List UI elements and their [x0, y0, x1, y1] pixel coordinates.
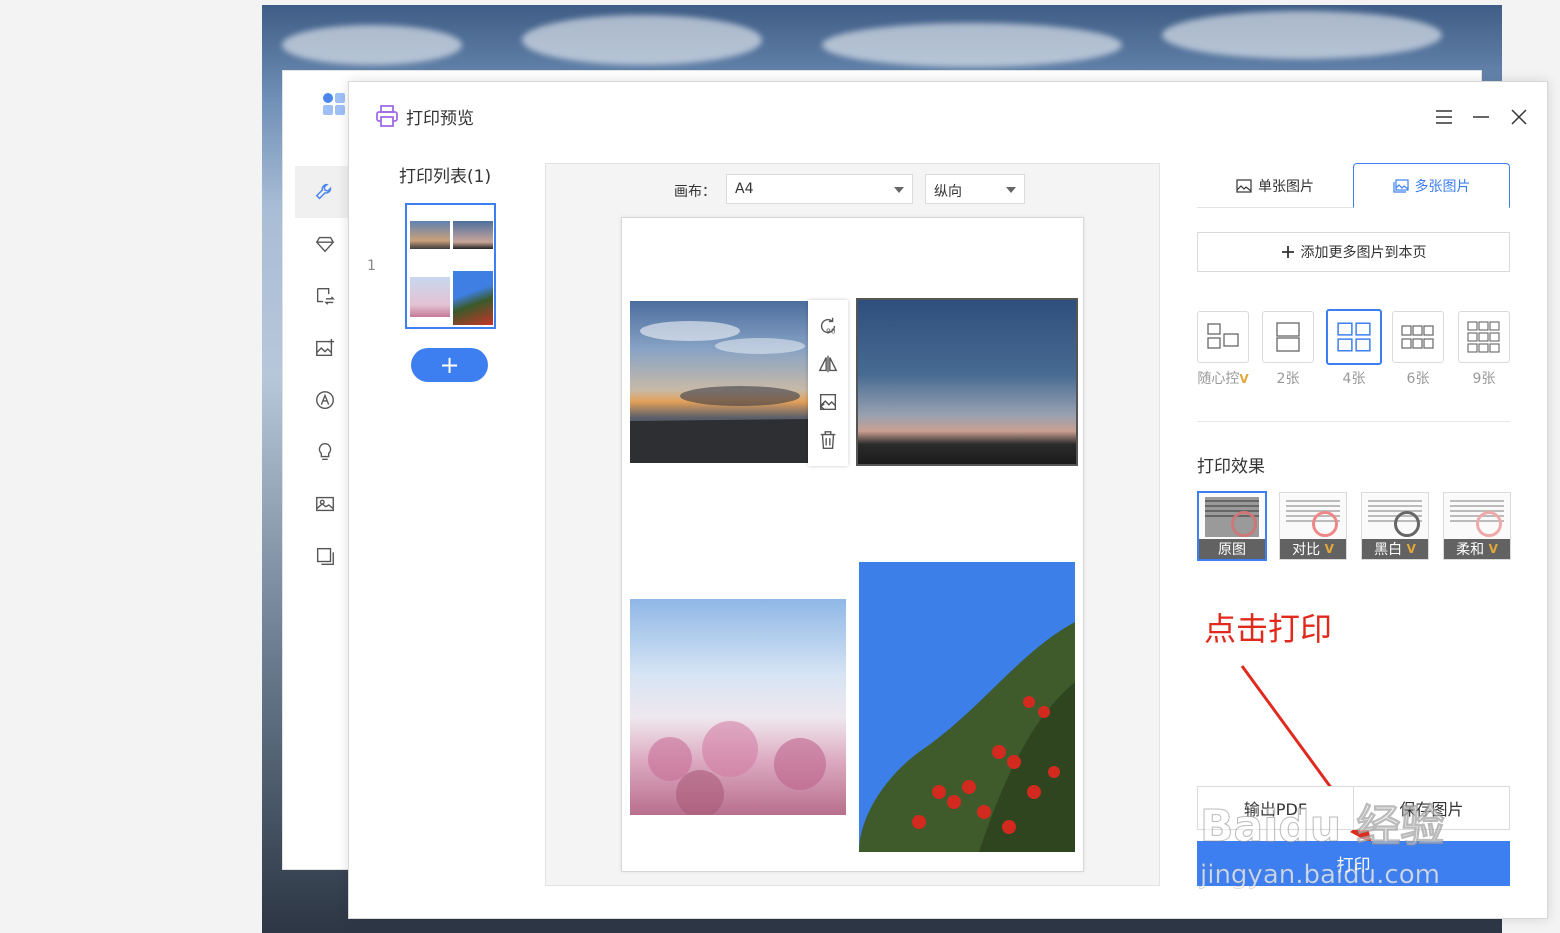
- menu-button[interactable]: [1429, 102, 1459, 132]
- photo-dusk-sky[interactable]: [856, 298, 1078, 466]
- svg-text:90: 90: [826, 326, 836, 335]
- tab-multi-image[interactable]: 多张图片: [1353, 163, 1510, 208]
- export-pdf-button[interactable]: 输出PDF: [1197, 786, 1354, 830]
- layers-icon[interactable]: [295, 530, 355, 582]
- photo-pink-blossoms[interactable]: [630, 599, 846, 815]
- orientation-select[interactable]: 纵向: [925, 174, 1025, 204]
- canvas-label: 画布：: [674, 184, 716, 200]
- app-logo: [323, 91, 349, 117]
- layout-free[interactable]: [1197, 311, 1249, 363]
- wrench-icon[interactable]: [295, 166, 355, 218]
- print-list-title: 打印列表(1): [399, 167, 492, 187]
- flip-icon[interactable]: [816, 352, 840, 376]
- add-more-label: 添加更多图片到本页: [1300, 245, 1427, 261]
- text-circle-icon[interactable]: [295, 374, 355, 426]
- layout-free-icon: [1207, 323, 1239, 349]
- add-more-images-button[interactable]: 添加更多图片到本页: [1197, 232, 1510, 272]
- print-preview-dialog: 打印预览 打印列表(1) 1 + 画布： A4 纵向 90 单张图片 多张图片 …: [348, 81, 1548, 919]
- layout-2-label: 2张: [1276, 371, 1300, 387]
- layout-4-label: 4张: [1342, 371, 1366, 387]
- tab-single-image[interactable]: 单张图片: [1197, 163, 1353, 208]
- close-icon: [1511, 109, 1527, 125]
- dialog-title: 打印预览: [406, 109, 474, 129]
- effect-original[interactable]: 原图: [1197, 491, 1267, 561]
- minimize-button[interactable]: [1466, 102, 1496, 132]
- print-button[interactable]: 打印: [1197, 841, 1510, 886]
- print-effect-title: 打印效果: [1197, 457, 1265, 477]
- canvas-area: 画布： A4 纵向 90: [545, 163, 1160, 886]
- divider: [1197, 421, 1510, 422]
- layout-9[interactable]: [1458, 311, 1510, 363]
- title-bar: 打印预览: [349, 82, 1547, 148]
- layout-6-label: 6张: [1406, 371, 1430, 387]
- effect-contrast-label: 对比 V: [1280, 539, 1346, 559]
- replace-image-icon[interactable]: [816, 390, 840, 414]
- layout-9-icon: [1467, 321, 1500, 353]
- picture-icon[interactable]: [295, 478, 355, 530]
- printer-icon: [375, 104, 399, 128]
- page-number: 1: [367, 258, 376, 274]
- layout-6-icon: [1401, 325, 1434, 349]
- hamburger-icon: [1436, 110, 1452, 124]
- diamond-icon[interactable]: [295, 218, 355, 270]
- close-button[interactable]: [1504, 102, 1534, 132]
- back-sidebar: [295, 166, 355, 582]
- layout-2[interactable]: [1262, 311, 1314, 363]
- image-icon: [1236, 178, 1252, 193]
- tab-single-image-label: 单张图片: [1258, 178, 1314, 195]
- convert-icon[interactable]: [295, 270, 355, 322]
- photo-red-berries[interactable]: [859, 562, 1075, 852]
- paper-size-select[interactable]: A4: [726, 174, 913, 204]
- layout-6[interactable]: [1392, 311, 1444, 363]
- layout-2-icon: [1276, 322, 1300, 352]
- rotate-90-icon[interactable]: 90: [816, 314, 840, 338]
- delete-icon[interactable]: [816, 428, 840, 452]
- effect-contrast[interactable]: 对比 V: [1279, 492, 1347, 560]
- effect-original-label: 原图: [1199, 539, 1265, 559]
- minimize-icon: [1473, 116, 1489, 118]
- plus-icon: [1281, 246, 1294, 258]
- a4-paper-preview: 90: [621, 217, 1084, 872]
- layout-4[interactable]: [1326, 309, 1382, 365]
- image-toolbar: 90: [808, 300, 848, 466]
- layout-9-label: 9张: [1472, 371, 1496, 387]
- save-image-button[interactable]: 保存图片: [1353, 786, 1510, 830]
- images-icon: [1392, 178, 1409, 193]
- image-edit-icon[interactable]: [295, 322, 355, 374]
- photo-sunset-road[interactable]: [630, 301, 810, 463]
- chevron-down-icon: [1006, 187, 1016, 193]
- orientation-value: 纵向: [934, 184, 962, 200]
- layout-4-icon: [1337, 322, 1371, 352]
- image-mode-tabs: 单张图片 多张图片: [1197, 163, 1510, 208]
- page-thumbnail[interactable]: [405, 203, 496, 329]
- layout-free-label: 随心控V: [1197, 371, 1249, 387]
- paper-size-value: A4: [735, 181, 754, 197]
- chevron-down-icon: [894, 187, 904, 193]
- effect-soft[interactable]: 柔和 V: [1443, 492, 1511, 560]
- annotation-click-print: 点击打印: [1204, 610, 1333, 648]
- tab-multi-image-label: 多张图片: [1414, 178, 1471, 195]
- effect-bw[interactable]: 黑白 V: [1361, 492, 1429, 560]
- bulb-icon[interactable]: [295, 426, 355, 478]
- effect-soft-label: 柔和 V: [1444, 539, 1510, 559]
- effect-bw-label: 黑白 V: [1362, 539, 1428, 559]
- add-page-button[interactable]: +: [411, 348, 488, 382]
